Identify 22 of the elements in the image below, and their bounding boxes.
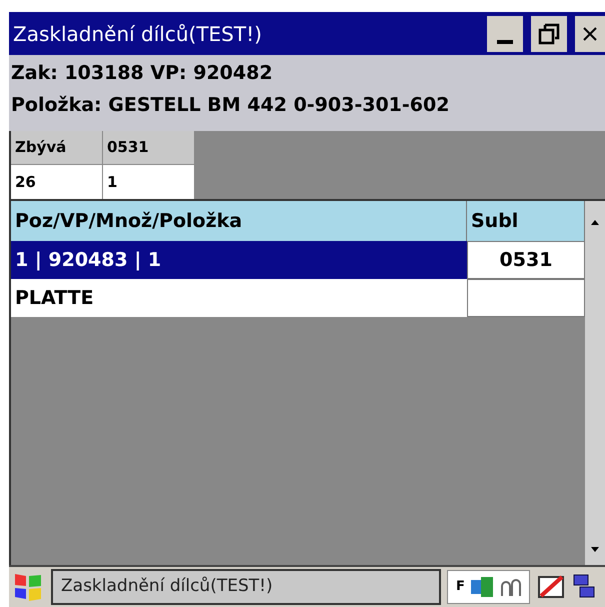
minimize-button[interactable] <box>487 16 523 52</box>
scrollbar[interactable] <box>585 201 605 565</box>
grid-row[interactable]: PLATTE <box>11 279 585 317</box>
grid-row[interactable]: 1 | 920483 | 1 0531 <box>11 241 585 279</box>
table-cell: 0531 <box>467 241 585 279</box>
summary-cell: 1 <box>103 165 195 199</box>
table-cell-text: 1 | 920483 | 1 <box>14 248 162 273</box>
info-label: Položka: GESTELL BM 442 0-903-301-602 <box>11 93 450 117</box>
input-mode-indicator[interactable]: F <box>456 577 465 597</box>
summary-header: Zbývá <box>11 131 103 165</box>
taskbar-task[interactable]: Zaskladnění dílců(TEST!) <box>51 569 441 605</box>
close-icon <box>583 26 597 40</box>
summary-header: 0531 <box>103 131 195 165</box>
network-icon[interactable] <box>468 574 495 600</box>
restore-button[interactable] <box>531 16 567 52</box>
table-cell-text: PLATTE <box>14 286 95 311</box>
info-label: Zak: 103188 VP: 920482 <box>11 61 274 85</box>
close-button[interactable] <box>575 16 605 52</box>
window-title: Zaskladnění dílců(TEST!) <box>13 20 262 48</box>
summary-cell: 26 <box>11 165 103 199</box>
restore-icon <box>538 22 560 44</box>
minimize-icon <box>497 40 513 44</box>
